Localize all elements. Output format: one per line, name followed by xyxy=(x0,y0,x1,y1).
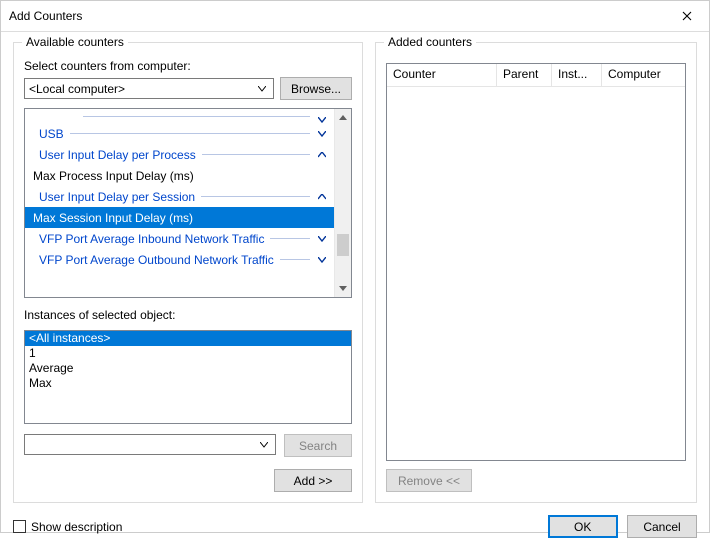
computer-select-value: <Local computer> xyxy=(29,82,125,96)
added-body xyxy=(387,87,685,460)
chevron-down-icon xyxy=(255,86,269,92)
add-row: Add >> xyxy=(24,469,352,492)
counter-item-max-process[interactable]: Max Process Input Delay (ms) xyxy=(25,165,334,186)
counter-category-vfp-in[interactable]: VFP Port Average Inbound Network Traffic xyxy=(25,228,334,249)
counter-items: UDPv6 USB User Input Delay per Process xyxy=(25,109,334,297)
window-title: Add Counters xyxy=(9,9,82,23)
chevron-down-icon xyxy=(257,442,271,448)
search-input[interactable] xyxy=(24,434,276,455)
footer-buttons: OK Cancel xyxy=(548,515,697,538)
add-button[interactable]: Add >> xyxy=(274,469,352,492)
close-button[interactable] xyxy=(664,1,709,31)
scroll-down-icon[interactable] xyxy=(335,280,351,297)
cancel-button[interactable]: Cancel xyxy=(627,515,697,538)
scroll-up-icon[interactable] xyxy=(335,109,351,126)
instances-list[interactable]: <All instances> 1 Average Max xyxy=(24,330,352,424)
chevron-down-icon xyxy=(316,131,328,137)
checkbox-icon xyxy=(13,520,26,533)
chevron-down-icon xyxy=(316,257,328,263)
instance-all[interactable]: <All instances> xyxy=(25,331,351,346)
available-counters-group: Available counters Select counters from … xyxy=(13,42,363,503)
added-header: Counter Parent Inst... Computer xyxy=(387,64,685,87)
dialog-body: Available counters Select counters from … xyxy=(1,32,709,552)
counter-category-uid-session[interactable]: User Input Delay per Session xyxy=(25,186,334,207)
columns: Available counters Select counters from … xyxy=(13,42,697,503)
counter-list[interactable]: UDPv6 USB User Input Delay per Process xyxy=(24,108,352,298)
ok-button[interactable]: OK xyxy=(548,515,618,538)
col-parent[interactable]: Parent xyxy=(497,64,552,87)
instances-label: Instances of selected object: xyxy=(24,308,352,322)
available-legend: Available counters xyxy=(22,35,128,49)
remove-row: Remove << xyxy=(386,469,686,492)
scroll-track[interactable] xyxy=(335,126,351,280)
titlebar: Add Counters xyxy=(1,1,709,32)
added-counters-group: Added counters Counter Parent Inst... Co… xyxy=(375,42,697,503)
add-counters-dialog: Add Counters Available counters Select c… xyxy=(0,0,710,533)
instance-average[interactable]: Average xyxy=(25,361,351,376)
counter-category-usb[interactable]: USB xyxy=(25,123,334,144)
col-computer[interactable]: Computer xyxy=(602,64,685,87)
col-counter[interactable]: Counter xyxy=(387,64,497,87)
added-table[interactable]: Counter Parent Inst... Computer xyxy=(386,63,686,461)
counter-category-udpv6[interactable]: UDPv6 xyxy=(25,109,334,123)
col-inst[interactable]: Inst... xyxy=(552,64,602,87)
counter-item-max-session[interactable]: Max Session Input Delay (ms) xyxy=(25,207,334,228)
computer-select[interactable]: <Local computer> xyxy=(24,78,274,99)
search-row: Search xyxy=(24,434,352,457)
added-legend: Added counters xyxy=(384,35,476,49)
remove-button[interactable]: Remove << xyxy=(386,469,472,492)
counter-category-vfp-out[interactable]: VFP Port Average Outbound Network Traffi… xyxy=(25,249,334,270)
chevron-up-icon xyxy=(316,194,328,200)
chevron-down-icon xyxy=(316,236,328,242)
computer-row: <Local computer> Browse... xyxy=(24,77,352,100)
search-button[interactable]: Search xyxy=(284,434,352,457)
select-computer-label: Select counters from computer: xyxy=(24,59,352,73)
counter-list-scrollbar[interactable] xyxy=(334,109,351,297)
counter-category-uid-process[interactable]: User Input Delay per Process xyxy=(25,144,334,165)
instance-max[interactable]: Max xyxy=(25,376,351,391)
instance-1[interactable]: 1 xyxy=(25,346,351,361)
close-icon xyxy=(682,11,692,21)
chevron-up-icon xyxy=(316,152,328,158)
scroll-thumb[interactable] xyxy=(337,234,349,256)
show-description-checkbox[interactable]: Show description xyxy=(13,520,122,534)
footer: Show description OK Cancel xyxy=(13,515,697,538)
browse-button[interactable]: Browse... xyxy=(280,77,352,100)
